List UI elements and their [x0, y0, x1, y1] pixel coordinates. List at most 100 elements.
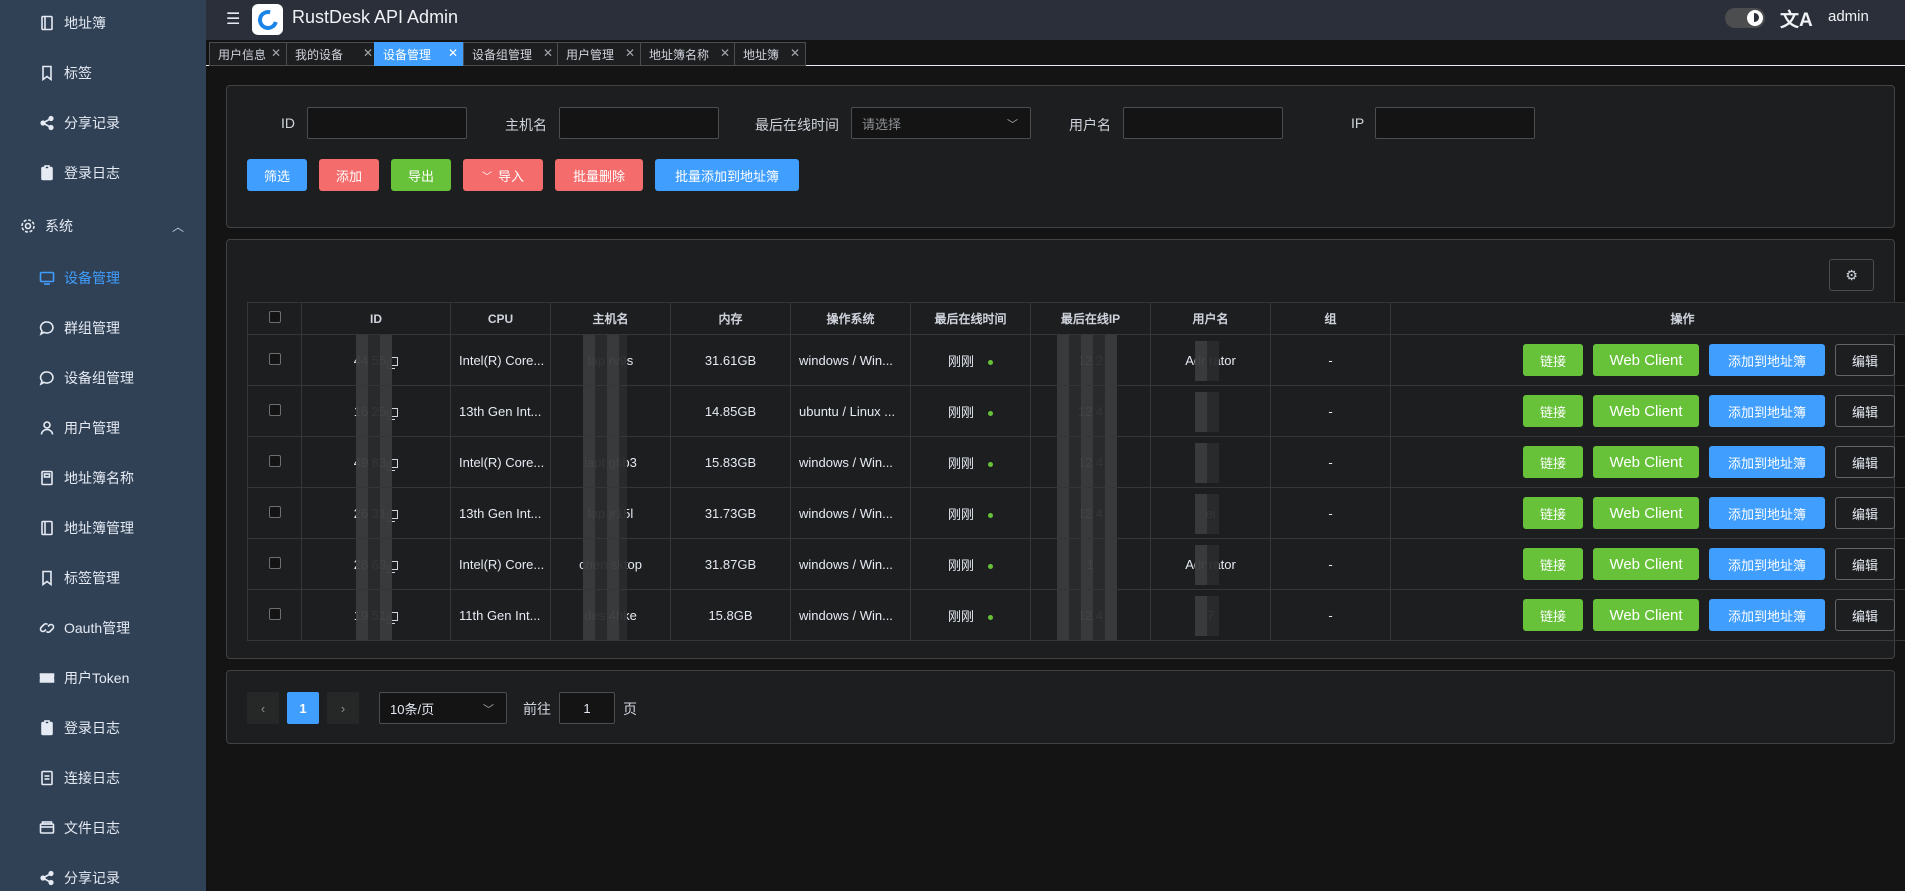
connect-button[interactable]: 链接 [1523, 599, 1583, 631]
sidebar-item-login-log-2[interactable]: 登录日志 [0, 703, 206, 753]
next-page-button[interactable]: › [327, 692, 359, 724]
row-checkbox[interactable] [268, 505, 281, 518]
export-button[interactable]: 导出 [391, 159, 451, 191]
edit-button[interactable]: 编辑 [1835, 548, 1895, 580]
add-to-address-book-button[interactable]: 添加到地址簿 [1709, 344, 1825, 376]
tab-user-info[interactable]: 用户信息 ✕ [209, 42, 287, 66]
close-icon[interactable]: ✕ [363, 46, 373, 60]
close-icon[interactable]: ✕ [625, 46, 635, 60]
sidebar-item-user-management[interactable]: 用户管理 [0, 403, 206, 453]
sidebar-item-device-management[interactable]: 设备管理 [0, 253, 206, 303]
edit-button[interactable]: 编辑 [1835, 446, 1895, 478]
page-button-1[interactable]: 1 [287, 692, 319, 724]
sidebar-item-device-group-management[interactable]: 设备组管理 [0, 353, 206, 403]
connect-button[interactable]: 链接 [1523, 446, 1583, 478]
column-settings-button[interactable]: ⚙ [1829, 259, 1874, 291]
sidebar-item-user-token[interactable]: 用户Token [0, 653, 206, 703]
row-checkbox[interactable] [268, 403, 281, 416]
web-client-button[interactable]: Web Client [1593, 446, 1699, 478]
sidebar-item-address-book-names[interactable]: 地址簿名称 [0, 453, 206, 503]
os-cell: windows / Win... [790, 334, 911, 386]
sidebar-item-tag-management[interactable]: 标签管理 [0, 553, 206, 603]
close-icon[interactable]: ✕ [448, 46, 458, 60]
tab-device-management[interactable]: 设备管理 ✕ [374, 42, 464, 66]
batch-delete-button[interactable]: 批量删除 [555, 159, 643, 191]
sidebar-item-share-records-2[interactable]: 分享记录 [0, 853, 206, 891]
filter-button[interactable]: 筛选 [247, 159, 307, 191]
monitor-icon [39, 270, 55, 286]
redaction-mask [356, 437, 392, 487]
web-client-button[interactable]: Web Client [1593, 395, 1699, 427]
add-to-address-book-button[interactable]: 添加到地址簿 [1709, 446, 1825, 478]
web-client-button[interactable]: Web Client [1593, 548, 1699, 580]
edit-button[interactable]: 编辑 [1835, 395, 1895, 427]
redaction-mask [1195, 341, 1219, 381]
web-client-button[interactable]: Web Client [1593, 497, 1699, 529]
prev-page-button[interactable]: ‹ [247, 692, 279, 724]
connect-button[interactable]: 链接 [1523, 497, 1583, 529]
hostname-input[interactable] [559, 107, 719, 139]
close-icon[interactable]: ✕ [790, 46, 800, 60]
filter-card: ID 主机名 最后在线时间 请选择 ﹀ 用户名 IP 筛选 添加 导出 ﹀ 导入… [226, 85, 1895, 228]
user-menu[interactable]: admin [1828, 8, 1869, 25]
close-icon[interactable]: ✕ [720, 46, 730, 60]
username-cell: 7 [1150, 589, 1271, 641]
row-checkbox[interactable] [268, 556, 281, 569]
close-icon[interactable]: ✕ [543, 46, 553, 60]
edit-button[interactable]: 编辑 [1835, 599, 1895, 631]
menu-toggle-icon[interactable]: ☰ [226, 9, 240, 29]
id-input[interactable] [307, 107, 467, 139]
theme-toggle-switch[interactable] [1725, 8, 1765, 28]
last-online-placeholder: 请选择 [862, 116, 902, 132]
group-cell: - [1270, 334, 1391, 386]
sidebar-item-oauth-management[interactable]: Oauth管理 [0, 603, 206, 653]
row-checkbox[interactable] [268, 454, 281, 467]
tab-user-management[interactable]: 用户管理 ✕ [557, 42, 641, 66]
tab-address-book-names[interactable]: 地址簿名称 ✕ [640, 42, 736, 66]
os-cell: windows / Win... [790, 487, 911, 539]
sidebar-item-label: Oauth管理 [64, 620, 131, 636]
row-checkbox[interactable] [268, 607, 281, 620]
ip-input[interactable] [1375, 107, 1535, 139]
tab-device-group-management[interactable]: 设备组管理 ✕ [463, 42, 559, 66]
last-online-select[interactable]: 请选择 ﹀ [851, 107, 1031, 139]
edit-button[interactable]: 编辑 [1835, 497, 1895, 529]
connect-button[interactable]: 链接 [1523, 395, 1583, 427]
sidebar-item-group-management[interactable]: 群组管理 [0, 303, 206, 353]
sidebar-item-share-records[interactable]: 分享记录 [0, 98, 206, 148]
goto-page-input[interactable]: 1 [559, 692, 615, 724]
sidebar-group-system[interactable]: 系统 ︿ [0, 201, 206, 251]
last-ip-cell: 12 4 [1030, 436, 1151, 488]
page-size-select[interactable]: 10条/页 ﹀ [379, 692, 507, 724]
username-input[interactable] [1123, 107, 1283, 139]
batch-add-to-address-book-button[interactable]: 批量添加到地址簿 [655, 159, 799, 191]
row-checkbox[interactable] [268, 352, 281, 365]
web-client-button[interactable]: Web Client [1593, 599, 1699, 631]
add-to-address-book-button[interactable]: 添加到地址簿 [1709, 548, 1825, 580]
sidebar-item-connection-log[interactable]: 连接日志 [0, 753, 206, 803]
sidebar-item-label: 登录日志 [64, 165, 120, 181]
web-client-button[interactable]: Web Client [1593, 344, 1699, 376]
translate-icon[interactable]: 文A [1780, 5, 1813, 32]
sidebar-item-label: 群组管理 [64, 320, 120, 336]
add-button[interactable]: 添加 [319, 159, 379, 191]
edit-button[interactable]: 编辑 [1835, 344, 1895, 376]
import-button[interactable]: ﹀ 导入 [463, 159, 543, 191]
add-to-address-book-button[interactable]: 添加到地址簿 [1709, 599, 1825, 631]
sidebar-item-address-book-management[interactable]: 地址簿管理 [0, 503, 206, 553]
chat-icon [39, 320, 55, 336]
sidebar-item-tags[interactable]: 标签 [0, 48, 206, 98]
add-to-address-book-button[interactable]: 添加到地址簿 [1709, 497, 1825, 529]
close-icon[interactable]: ✕ [271, 46, 281, 60]
connect-button[interactable]: 链接 [1523, 548, 1583, 580]
tab-address-book[interactable]: 地址簿 ✕ [734, 42, 806, 66]
sidebar-item-address-book[interactable]: 地址簿 [0, 0, 206, 48]
redaction-mask [1195, 443, 1219, 483]
sidebar-item-file-log[interactable]: 文件日志 [0, 803, 206, 853]
tab-my-devices[interactable]: 我的设备 ✕ [286, 42, 379, 66]
sidebar-item-login-log[interactable]: 登录日志 [0, 148, 206, 198]
add-to-address-book-button[interactable]: 添加到地址簿 [1709, 395, 1825, 427]
user-icon [39, 420, 55, 436]
select-all-checkbox[interactable] [268, 311, 281, 323]
connect-button[interactable]: 链接 [1523, 344, 1583, 376]
